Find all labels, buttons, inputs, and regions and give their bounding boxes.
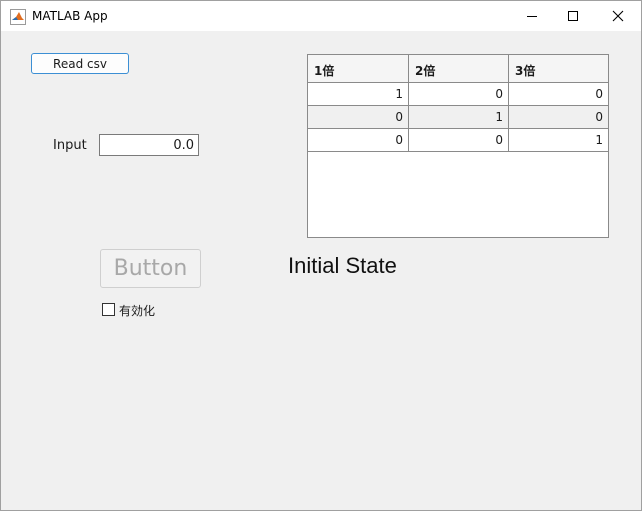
enable-checkbox-label[interactable]: 有効化 — [119, 302, 155, 319]
maximize-icon — [568, 11, 578, 21]
app-window: MATLAB App Read csv Input 1倍 2倍 3倍 1 0 0… — [0, 0, 642, 511]
table-cell[interactable]: 1 — [509, 129, 608, 151]
action-button-disabled[interactable]: Button — [100, 249, 201, 288]
close-button[interactable] — [595, 1, 641, 31]
table-cell[interactable]: 0 — [409, 83, 509, 105]
input-label: Input — [53, 138, 87, 153]
data-table[interactable]: 1倍 2倍 3倍 1 0 0 0 1 0 0 0 1 — [307, 54, 609, 238]
column-header[interactable]: 1倍 — [308, 55, 409, 82]
table-cell[interactable]: 0 — [509, 106, 608, 128]
column-header[interactable]: 3倍 — [509, 55, 608, 82]
close-icon — [612, 10, 624, 22]
table-row[interactable]: 1 0 0 — [308, 83, 608, 106]
title-bar[interactable]: MATLAB App — [1, 1, 641, 31]
table-cell[interactable]: 0 — [409, 129, 509, 151]
table-cell[interactable]: 1 — [409, 106, 509, 128]
table-cell[interactable]: 0 — [509, 83, 608, 105]
table-header: 1倍 2倍 3倍 — [308, 55, 608, 83]
table-cell[interactable]: 0 — [308, 106, 409, 128]
maximize-button[interactable] — [550, 1, 596, 31]
window-title: MATLAB App — [32, 9, 108, 23]
state-label: Initial State — [288, 253, 397, 278]
input-numeric-field[interactable] — [99, 134, 199, 156]
column-header[interactable]: 2倍 — [409, 55, 509, 82]
minimize-icon — [527, 16, 537, 17]
minimize-button[interactable] — [509, 1, 555, 31]
table-cell[interactable]: 0 — [308, 129, 409, 151]
read-csv-button[interactable]: Read csv — [31, 53, 129, 74]
table-cell[interactable]: 1 — [308, 83, 409, 105]
matlab-logo-icon — [10, 9, 26, 25]
table-row[interactable]: 0 0 1 — [308, 129, 608, 152]
table-row[interactable]: 0 1 0 — [308, 106, 608, 129]
enable-checkbox[interactable] — [102, 303, 115, 316]
